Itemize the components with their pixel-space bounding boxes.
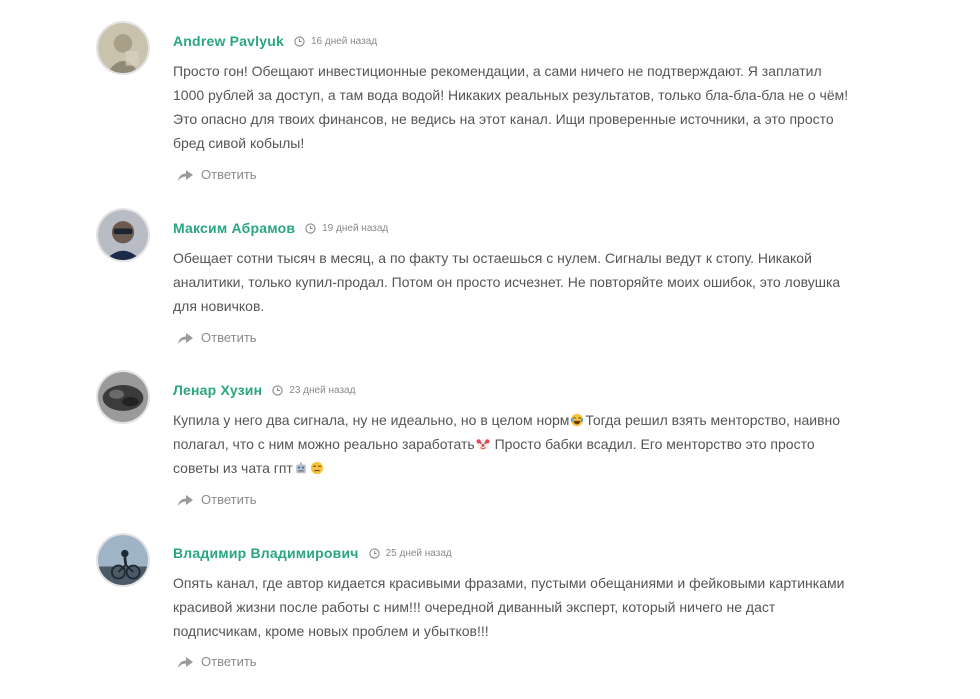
comment-date-text: 19 дней назад (322, 222, 389, 234)
comment-text: Обещает сотни тысяч в месяц, а по факту … (173, 250, 841, 314)
reply-button[interactable]: Ответить (177, 492, 257, 507)
avatar[interactable] (96, 208, 150, 262)
reply-label: Ответить (201, 492, 257, 507)
avatar[interactable] (96, 533, 150, 587)
comment-text-part: Купила у него два сигнала, ну не идеальн… (173, 412, 570, 428)
robot-emoji (296, 462, 306, 474)
comment-author[interactable]: Владимир Владимирович (173, 545, 359, 561)
reply-label: Ответить (201, 654, 257, 669)
clown-emoji (476, 439, 490, 451)
avatar-image (98, 535, 148, 585)
avatar-image (98, 372, 148, 422)
reply-button[interactable]: Ответить (177, 330, 257, 345)
clock-icon (294, 35, 305, 47)
laughing-crying-emoji (571, 413, 584, 427)
comment-author[interactable]: Максим Абрамов (173, 220, 295, 236)
reply-arrow-icon (178, 332, 193, 344)
avatar-image (98, 23, 148, 73)
avatar[interactable] (96, 21, 150, 75)
clock-icon (368, 547, 380, 559)
comment-date-text: 25 дней назад (385, 547, 452, 559)
comment-date-text: 23 дней назад (289, 384, 356, 396)
comment-meta: Владимир Владимирович 25 дней назад (173, 543, 452, 563)
clock-icon (272, 384, 283, 396)
comment-date: 19 дней назад (305, 223, 388, 234)
reply-button[interactable]: Ответить (177, 654, 257, 669)
comment-date: 16 дней назад (294, 36, 377, 47)
unamused-face-emoji (310, 461, 323, 475)
comment-meta: Максим Абрамов 19 дней назад (173, 218, 388, 238)
comment-text: Опять канал, где автор кидается красивым… (173, 575, 845, 639)
comment-date: 23 дней назад (272, 385, 355, 396)
reply-label: Ответить (201, 330, 257, 345)
reply-button[interactable]: Ответить (177, 167, 257, 182)
avatar[interactable] (96, 370, 150, 424)
avatar-image (98, 210, 148, 260)
clock-icon (305, 222, 316, 234)
reply-arrow-icon (178, 494, 193, 506)
reply-label: Ответить (201, 167, 257, 182)
comment-meta: Andrew Pavlyuk 16 дней назад (173, 31, 377, 51)
comment-text: Просто гон! Обещают инвестиционные реком… (173, 63, 849, 151)
comments-list: Andrew Pavlyuk 16 дней назад Просто гон!… (0, 0, 980, 699)
comment-date-text: 16 дней назад (310, 35, 378, 47)
comment-author[interactable]: Andrew Pavlyuk (173, 33, 284, 49)
comment-author[interactable]: Ленар Хузин (173, 382, 262, 398)
comment-text: Купила у него два сигнала, ну не идеальн… (173, 408, 853, 480)
reply-arrow-icon (178, 169, 193, 181)
comment-date: 25 дней назад (368, 547, 452, 559)
comment-meta: Ленар Хузин 23 дней назад (173, 380, 355, 400)
reply-arrow-icon (178, 656, 193, 668)
